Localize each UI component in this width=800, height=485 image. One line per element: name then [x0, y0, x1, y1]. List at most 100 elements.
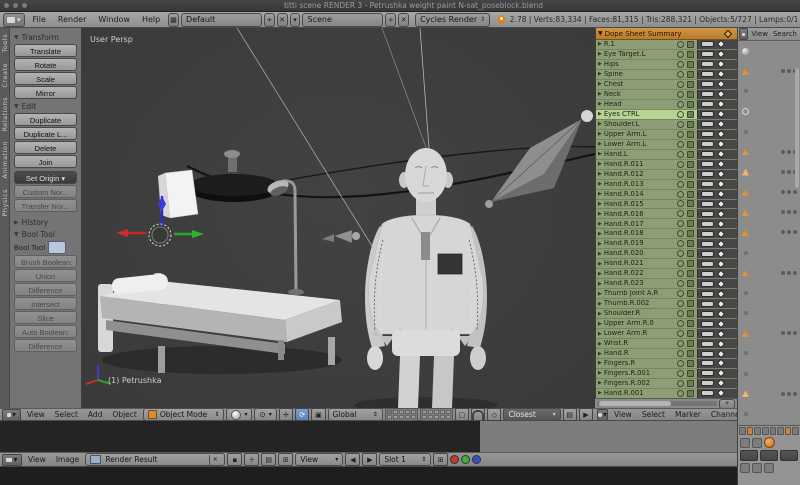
channel-red-icon[interactable]	[450, 455, 459, 464]
panel-transform-header[interactable]: ▼Transform	[14, 33, 77, 42]
keyframe-slider[interactable]	[701, 41, 714, 47]
dope-channel-row[interactable]: ▶ Lower Arm.R	[596, 329, 737, 339]
outliner-row[interactable]	[738, 122, 800, 142]
keyframe-slider[interactable]	[701, 311, 714, 317]
outliner-row[interactable]	[738, 202, 800, 222]
image-datablock-selector[interactable]: Render Result ✕	[85, 453, 225, 466]
channel-keyframe-area[interactable]	[697, 170, 737, 179]
channel-keyframe-area[interactable]	[697, 379, 737, 388]
visibility-eye-icon[interactable]	[781, 190, 785, 194]
keyframe-slider[interactable]	[701, 191, 714, 197]
channel-mute-icon[interactable]	[687, 121, 694, 128]
keyframe-slider[interactable]	[701, 271, 714, 277]
outliner-row[interactable]	[738, 222, 800, 242]
keyframe-slider[interactable]	[701, 61, 714, 67]
channel-keyframe-area[interactable]	[697, 269, 737, 278]
channel-keyframe-area[interactable]	[697, 130, 737, 139]
channel-expand-icon[interactable]: ▶	[598, 181, 602, 187]
camera-icon[interactable]	[740, 438, 750, 448]
keyframe-diamond-icon[interactable]	[717, 90, 725, 98]
bool-tool-button[interactable]: Brush Boolean:	[14, 255, 77, 268]
outliner-row[interactable]	[738, 263, 800, 283]
keyframe-diamond-icon[interactable]	[717, 240, 725, 248]
screen-layout-icon[interactable]: ▦	[168, 13, 179, 27]
render-toggle-icon[interactable]	[793, 190, 797, 194]
keyframe-diamond-icon[interactable]	[717, 319, 725, 327]
outliner-menu-search[interactable]: Search	[771, 28, 799, 40]
channel-mute-icon[interactable]	[687, 330, 694, 337]
edit-button[interactable]: Duplicate L...	[14, 127, 77, 140]
menu-file[interactable]: File	[27, 12, 52, 27]
dope-channel-row[interactable]: ▶ Shoulder.L	[596, 120, 737, 130]
viewport-3d[interactable]	[82, 28, 595, 408]
keyframe-diamond-icon[interactable]	[717, 299, 725, 307]
dope-channel-row[interactable]: ▶ Thumb Joint A.R	[596, 289, 737, 299]
keyframe-diamond-icon[interactable]	[717, 50, 725, 58]
channel-visibility-icon[interactable]	[677, 230, 684, 237]
channel-blue-icon[interactable]	[472, 455, 481, 464]
scene-add-button[interactable]: +	[385, 13, 396, 27]
channel-keyframe-area[interactable]	[697, 120, 737, 129]
channel-expand-icon[interactable]: ▶	[598, 51, 602, 57]
channel-mute-icon[interactable]	[687, 51, 694, 58]
dope-channel-row[interactable]: ▶ Fingers.R	[596, 359, 737, 369]
dope-channel-row[interactable]: ▶ Hand.R.011	[596, 160, 737, 170]
layers-grid-2[interactable]	[420, 408, 453, 421]
dope-channel-row[interactable]: ▶ Hand.R.001	[596, 389, 737, 398]
visibility-eye-icon[interactable]	[781, 150, 785, 154]
snap-target-dropdown[interactable]: Closest▾	[503, 408, 560, 421]
toolshelf-tab[interactable]: Physics	[1, 189, 9, 217]
channel-visibility-icon[interactable]	[677, 390, 684, 397]
dope-channel-row[interactable]: ▶ Upper Arm.L	[596, 130, 737, 140]
dope-channel-row[interactable]: ▶ Hand.R.018	[596, 229, 737, 239]
outliner-row[interactable]	[738, 81, 800, 101]
channel-visibility-icon[interactable]	[677, 181, 684, 188]
channel-keyframe-area[interactable]	[697, 40, 737, 49]
channel-mute-icon[interactable]	[687, 230, 694, 237]
keyframe-diamond-icon[interactable]	[717, 200, 725, 208]
editor-type-outliner-icon[interactable]	[739, 28, 748, 40]
summary-expand-icon[interactable]: ▼	[598, 30, 603, 37]
manipulator-scale-button[interactable]: ▣	[311, 408, 325, 421]
keyframe-slider[interactable]	[701, 291, 714, 297]
toolshelf-tab[interactable]: Animation	[1, 141, 9, 179]
keyframe-slider[interactable]	[701, 201, 714, 207]
channel-visibility-icon[interactable]	[677, 200, 684, 207]
channel-visibility-icon[interactable]	[677, 300, 684, 307]
keyframe-diamond-icon[interactable]	[717, 379, 725, 387]
particles-icon[interactable]	[764, 463, 774, 473]
dope-horizontal-scrollbar[interactable]	[597, 401, 717, 406]
image-pin-button[interactable]: ▪	[227, 453, 242, 466]
dope-channel-row[interactable]: ▶ Hand.L	[596, 150, 737, 160]
keyframe-slider[interactable]	[701, 181, 714, 187]
channel-expand-icon[interactable]: ▶	[598, 201, 602, 207]
keyframe-slider[interactable]	[701, 81, 714, 87]
channel-mute-icon[interactable]	[687, 151, 694, 158]
scene-delete-button[interactable]: ✕	[398, 13, 409, 27]
channel-green-icon[interactable]	[461, 455, 470, 464]
keyframe-diamond-icon[interactable]	[717, 220, 725, 228]
bool-tool-button[interactable]: Union	[14, 269, 77, 282]
channel-keyframe-area[interactable]	[697, 200, 737, 209]
keyframe-slider[interactable]	[701, 161, 714, 167]
channel-expand-icon[interactable]: ▶	[598, 71, 602, 77]
outliner-menu-view[interactable]: View	[749, 28, 770, 40]
channel-mute-icon[interactable]	[687, 270, 694, 277]
outliner-scrollbar[interactable]	[795, 68, 799, 188]
keyframe-diamond-icon[interactable]	[717, 130, 725, 138]
channel-mute-icon[interactable]	[687, 320, 694, 327]
channel-keyframe-area[interactable]	[697, 259, 737, 268]
image-new-button[interactable]: ＋	[244, 453, 259, 466]
world-icon[interactable]	[752, 463, 762, 473]
channel-expand-icon[interactable]: ▶	[598, 321, 602, 327]
channel-visibility-icon[interactable]	[677, 240, 684, 247]
visibility-eye-icon[interactable]	[781, 170, 785, 174]
keyframe-diamond-icon[interactable]	[717, 369, 725, 377]
bool-tool-button[interactable]: Auto Boolean:	[14, 325, 77, 338]
channel-keyframe-area[interactable]	[697, 190, 737, 199]
channel-mute-icon[interactable]	[687, 240, 694, 247]
image-open-button[interactable]: ▤	[261, 453, 276, 466]
menu-render[interactable]: Render	[52, 12, 92, 27]
channel-visibility-icon[interactable]	[677, 171, 684, 178]
properties-button[interactable]	[780, 450, 798, 461]
